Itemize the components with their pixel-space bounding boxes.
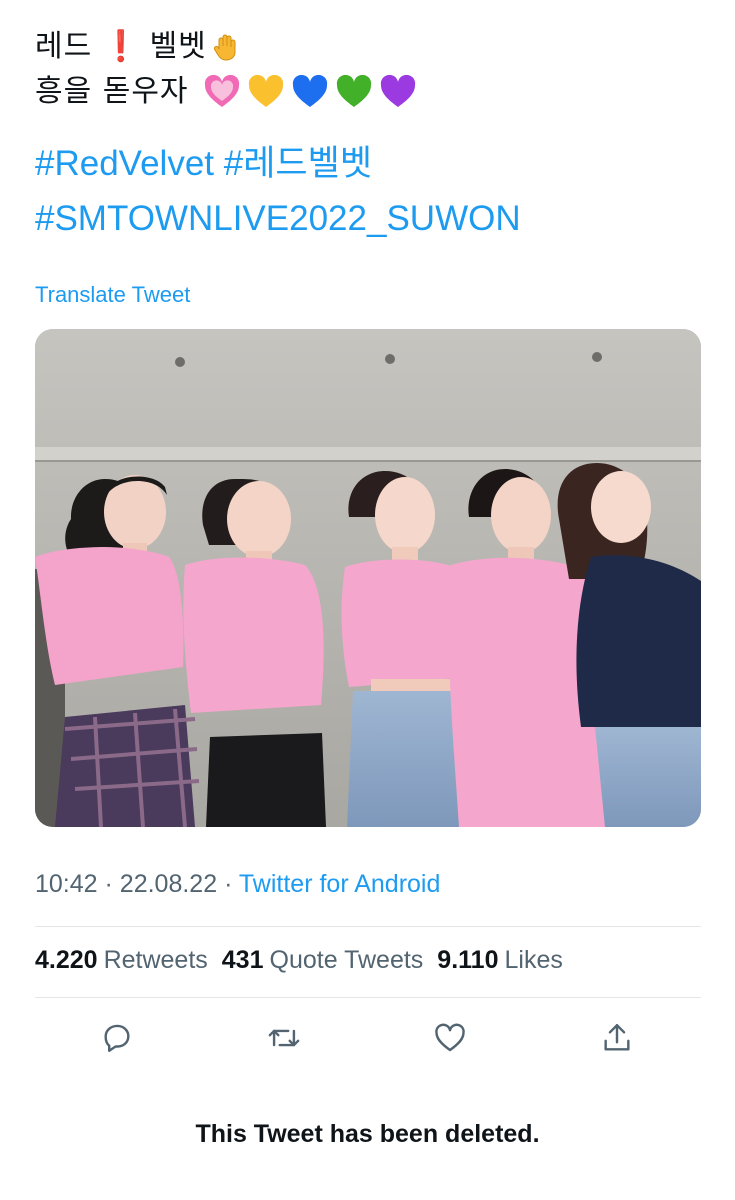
hashtag-line-1: #RedVelvet #레드벨벳 xyxy=(35,136,521,191)
hashtag-smtownlive[interactable]: #SMTOWNLIVE2022_SUWON xyxy=(35,199,521,238)
exclamation-mark-emoji-icon: ❗ xyxy=(102,29,140,64)
divider-bottom xyxy=(35,997,701,998)
raised-hand-emoji-icon xyxy=(213,34,236,61)
tweet-source-link[interactable]: Twitter for Android xyxy=(239,870,440,898)
tweet-word-velvet: 벨벳 xyxy=(149,29,207,64)
quotes-count: 431 xyxy=(221,946,264,974)
tweet-time: 10:42 xyxy=(35,870,98,898)
green-heart-emoji-icon xyxy=(336,74,371,107)
retweets-label: Retweets xyxy=(103,946,208,974)
tweet-word-red: 레드 xyxy=(35,29,93,64)
likes-count: 9.110 xyxy=(437,946,499,974)
blue-heart-emoji-icon xyxy=(292,74,327,107)
pink-heart-emoji-icon xyxy=(204,74,239,107)
meta-separator-2: · xyxy=(224,870,233,898)
hashtag-redvelvet-korean[interactable]: #레드벨벳 xyxy=(224,144,372,183)
tweet-text: 레드 ❗ 벨벳 흥을 돋우자 xyxy=(35,24,705,114)
group-photo xyxy=(35,329,701,827)
retweets-count: 4.220 xyxy=(35,946,98,974)
purple-heart-emoji-icon xyxy=(380,74,415,107)
retweet-icon xyxy=(268,1029,300,1047)
reply-button[interactable] xyxy=(97,1018,137,1058)
tweet-photo[interactable] xyxy=(35,329,701,827)
likes-stat[interactable]: 9.110 Likes xyxy=(437,946,563,975)
like-button[interactable] xyxy=(430,1018,470,1058)
hashtag-redvelvet[interactable]: #RedVelvet xyxy=(35,144,214,183)
tweet-phrase: 흥을 돋우자 xyxy=(35,74,189,109)
like-icon xyxy=(435,1023,465,1052)
quote-tweets-stat[interactable]: 431 Quote Tweets xyxy=(222,946,424,975)
share-button[interactable] xyxy=(597,1018,637,1058)
translate-tweet-link[interactable]: Translate Tweet xyxy=(35,282,190,308)
share-icon xyxy=(604,1024,630,1051)
reply-icon xyxy=(104,1024,130,1052)
tweet-stats: 4.220 Retweets 431 Quote Tweets 9.110 Likes xyxy=(35,946,563,975)
tweet-meta: 10:42 · 22.08.22 · Twitter for Android xyxy=(35,870,440,899)
tweet-line-2: 흥을 돋우자 xyxy=(35,69,705,114)
hashtag-line-2: #SMTOWNLIVE2022_SUWON xyxy=(35,191,521,246)
tweet-line-1: 레드 ❗ 벨벳 xyxy=(35,24,705,69)
hashtags: #RedVelvet #레드벨벳 #SMTOWNLIVE2022_SUWON xyxy=(35,136,521,246)
retweets-stat[interactable]: 4.220 Retweets xyxy=(35,946,208,975)
likes-label: Likes xyxy=(504,946,563,974)
yellow-heart-emoji-icon xyxy=(248,74,283,107)
deleted-tweet-notice: This Tweet has been deleted. xyxy=(195,1120,540,1148)
tweet-actions xyxy=(0,1018,735,1058)
heart-emoji-row xyxy=(203,74,417,109)
tweet-date: 22.08.22 xyxy=(119,870,218,898)
meta-separator-1: · xyxy=(104,870,113,898)
retweet-button[interactable] xyxy=(264,1018,304,1058)
divider-top xyxy=(35,926,701,927)
quotes-label: Quote Tweets xyxy=(269,946,424,974)
